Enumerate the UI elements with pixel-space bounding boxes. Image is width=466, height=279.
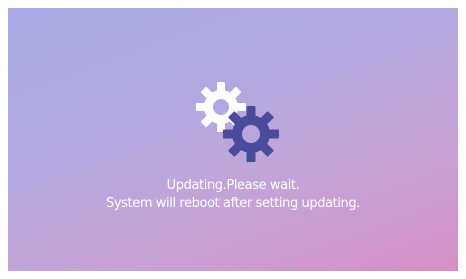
reboot-notice-text: System will reboot after setting updatin… — [106, 196, 360, 211]
navy-gear-icon — [223, 106, 279, 162]
update-message: Updating.Please wait. System will reboot… — [8, 177, 458, 213]
update-status-text: Updating.Please wait. — [166, 178, 300, 193]
update-screen: Updating.Please wait. System will reboot… — [8, 8, 458, 271]
gears-icon — [196, 82, 279, 162]
